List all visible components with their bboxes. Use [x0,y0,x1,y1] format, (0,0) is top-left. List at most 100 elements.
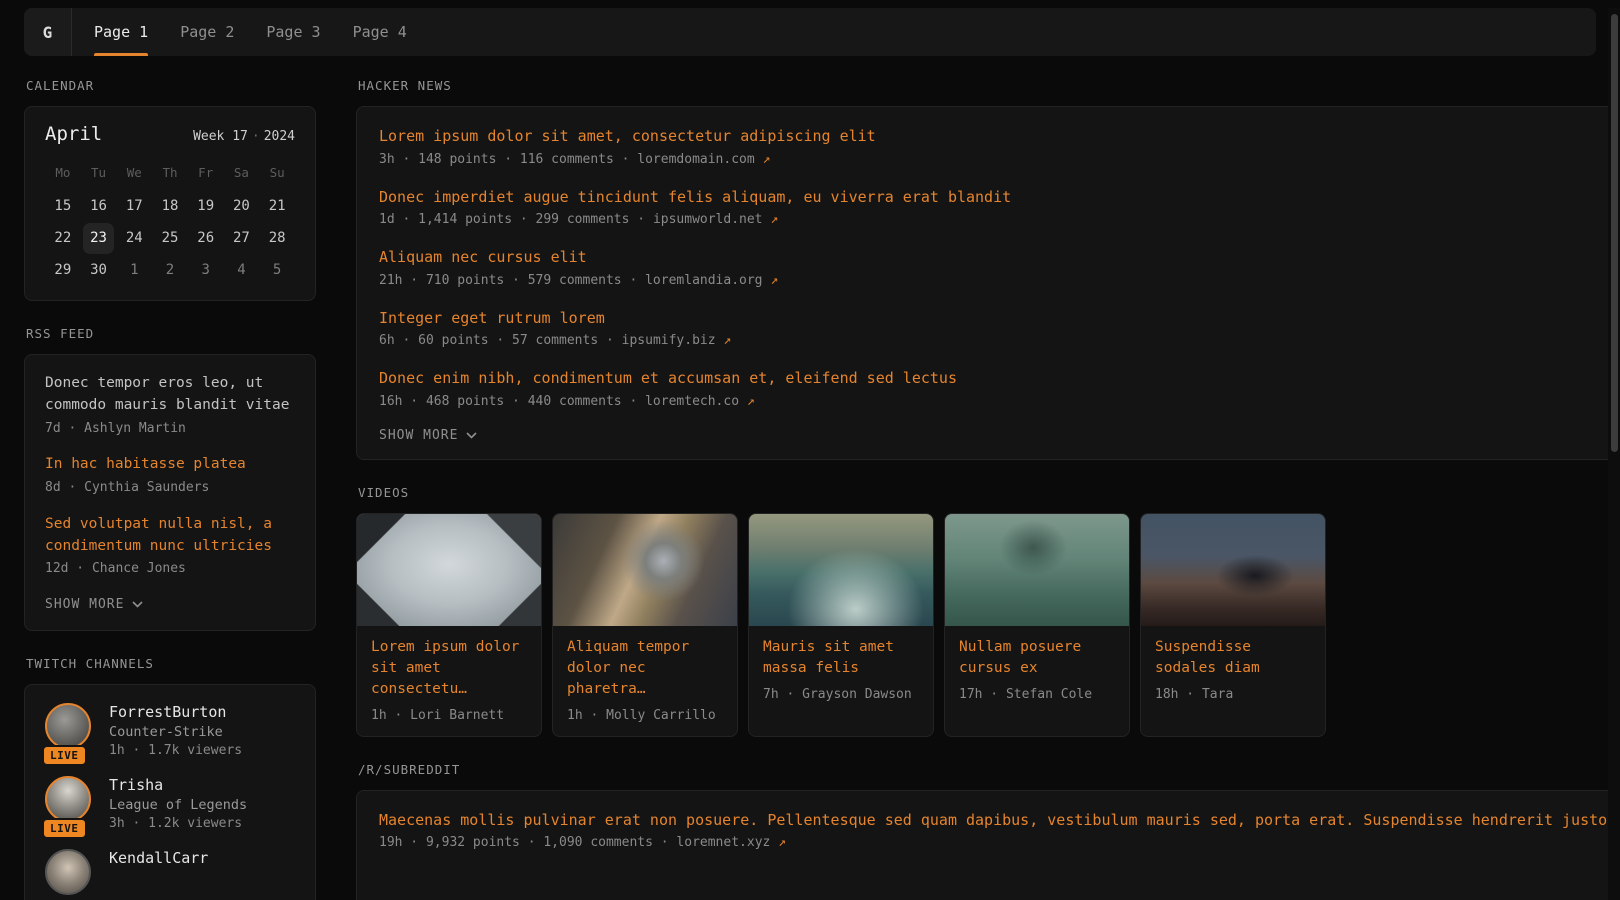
twitch-channel-name[interactable]: KendallCarr [109,849,208,867]
subreddit-post-title[interactable]: Maecenas mollis pulvinar erat non posuer… [379,809,1620,832]
tab-page-2[interactable]: Page 2 [180,8,234,56]
rss-item-title[interactable]: Sed volutpat nulla nisl, a condimentum n… [45,514,295,558]
videos-row: Lorem ipsum dolor sit amet consectetu… 1h… [356,513,1620,737]
source-domain-link[interactable]: ipsumworld.net ↗ [653,212,778,227]
rss-show-more-button[interactable]: SHOW MORE [45,597,295,612]
hackernews-item-meta: 21h · 710 points · 579 comments · loreml… [379,273,1620,288]
rss-item-title[interactable]: In hac habitasse platea [45,454,295,476]
twitch-avatar[interactable] [45,849,91,895]
source-domain-link[interactable]: ipsumify.biz ↗ [622,333,732,348]
hackernews-section: HACKER NEWS Lorem ipsum dolor sit amet, … [356,78,1620,460]
source-domain-link[interactable]: loremnet.xyz ↗ [676,835,786,850]
source-domain-link[interactable]: loremdomain.com ↗ [637,152,770,167]
hackernews-item-title[interactable]: Donec enim nibh, condimentum et accumsan… [379,367,1620,390]
twitch-channel-name[interactable]: Trisha [109,776,247,794]
twitch-channel-name[interactable]: ForrestBurton [109,703,242,721]
rss-show-more-label: SHOW MORE [45,597,124,612]
twitch-avatar-wrap [45,849,93,895]
video-card-body: Aliquam tempor dolor nec pharetra… 1h · M… [553,626,737,736]
videos-section: VIDEOS Lorem ipsum dolor sit amet consec… [356,485,1620,737]
calendar-separator-dot: · [248,129,264,144]
source-domain-link[interactable]: loremlandia.org ↗ [645,273,778,288]
external-link-icon: ↗ [770,273,778,288]
hackernews-show-more-button[interactable]: SHOW MORE [379,428,1620,443]
source-domain-link[interactable]: loremtech.co ↗ [645,394,755,409]
hackernews-item-meta: 1d · 1,414 points · 299 comments · ipsum… [379,212,1620,227]
hackernews-item-meta: 6h · 60 points · 57 comments · ipsumify.… [379,333,1620,348]
video-title[interactable]: Nullam posuere cursus ex [959,637,1115,679]
twitch-channel-category: League of Legends [109,797,247,813]
calendar-section: CALENDAR April Week 17·2024 MoTuWeThFrSa… [24,78,316,301]
calendar-day: 16 [83,191,115,222]
subreddit-card: Maecenas mollis pulvinar erat non posuer… [356,790,1620,900]
hackernews-item: Donec imperdiet augue tincidunt felis al… [379,186,1620,228]
video-title[interactable]: Lorem ipsum dolor sit amet consectetu… [371,637,527,700]
video-card[interactable]: Suspendisse sodales diam18h · Tara [1140,513,1326,737]
twitch-card: LIVE ForrestBurtonCounter-Strike1h · 1.7k… [24,684,316,900]
hackernews-item-meta: 16h · 468 points · 440 comments · loremt… [379,394,1620,409]
tab-page-3[interactable]: Page 3 [266,8,320,56]
video-thumbnail[interactable] [1141,514,1325,626]
post-meta-text: 1d · 1,414 points · 299 comments · [379,212,653,227]
twitch-avatar-wrap: LIVE [45,776,93,831]
post-meta-text: 3h · 148 points · 116 comments · [379,152,637,167]
calendar-day: 22 [47,223,79,254]
calendar-day: 15 [47,191,79,222]
external-link-icon: ↗ [723,333,731,348]
subreddit-section: /R/SUBREDDIT Maecenas mollis pulvinar er… [356,762,1620,900]
video-title[interactable]: Aliquam tempor dolor nec pharetra… [567,637,723,700]
hackernews-item-title[interactable]: Lorem ipsum dolor sit amet, consectetur … [379,125,1620,148]
video-title[interactable]: Suspendisse sodales diam [1155,637,1311,679]
calendar-dow-label: Th [152,159,188,190]
twitch-channel-row[interactable]: LIVETrishaLeague of Legends3h · 1.2k vie… [45,776,295,831]
left-column: CALENDAR April Week 17·2024 MoTuWeThFrSa… [24,78,316,900]
rss-card: Donec tempor eros leo, ut commodo mauris… [24,354,316,631]
page-scrollbar-thumb[interactable] [1611,14,1618,452]
hackernews-item: Aliquam nec cursus elit 21h · 710 points … [379,246,1620,288]
post-meta-text: 6h · 60 points · 57 comments · [379,333,622,348]
calendar-month-label: April [45,123,102,145]
calendar-day: 5 [261,255,293,286]
video-meta: 17h · Stefan Cole [959,687,1115,702]
twitch-channel-row[interactable]: KendallCarr [45,849,295,895]
hackernews-item-title[interactable]: Integer eget rutrum lorem [379,307,1620,330]
video-meta: 1h · Molly Carrillo [567,708,723,723]
calendar-header: April Week 17·2024 [45,123,295,145]
video-thumbnail[interactable] [749,514,933,626]
video-card[interactable]: Nullam posuere cursus ex 17h · Stefan Col… [944,513,1130,737]
chevron-down-icon [466,432,477,439]
video-meta: 1h · Lori Barnett [371,708,527,723]
video-title[interactable]: Mauris sit amet massa felis [763,637,919,679]
rss-item-meta: 7d · Ashlyn Martin [45,420,295,439]
tab-page-4[interactable]: Page 4 [353,8,407,56]
hackernews-item-title[interactable]: Donec imperdiet augue tincidunt felis al… [379,186,1620,209]
video-card[interactable]: Mauris sit amet massa felis7h · Grayson … [748,513,934,737]
calendar-week-label: Week 17·2024 [193,129,295,144]
tab-page-1[interactable]: Page 1 [94,8,148,56]
calendar-year: 2024 [264,129,295,144]
calendar-dow-label: Tu [81,159,117,190]
calendar-day: 4 [226,255,258,286]
video-thumbnail[interactable] [945,514,1129,626]
twitch-channel-info: ForrestBurtonCounter-Strike1h · 1.7k vie… [109,703,242,758]
video-thumbnail[interactable] [357,514,541,626]
calendar-dow-label: Mo [45,159,81,190]
twitch-avatar[interactable] [45,703,91,749]
video-thumbnail[interactable] [553,514,737,626]
video-card-body: Lorem ipsum dolor sit amet consectetu… 1h… [357,626,541,736]
twitch-section: TWITCH CHANNELS LIVEForrestBurtonCounter… [24,656,316,900]
calendar-dow-label: Su [259,159,295,190]
calendar-dow-label: We [116,159,152,190]
twitch-avatar[interactable] [45,776,91,822]
video-card-body: Mauris sit amet massa felis7h · Grayson … [749,626,933,715]
twitch-channel-row[interactable]: LIVEForrestBurtonCounter-Strike1h · 1.7k… [45,703,295,758]
app-logo[interactable]: G [24,8,72,56]
hackernews-item-title[interactable]: Aliquam nec cursus elit [379,246,1620,269]
calendar-day: 26 [190,223,222,254]
video-card[interactable]: Lorem ipsum dolor sit amet consectetu… 1h… [356,513,542,737]
rss-item-meta: 8d · Cynthia Saunders [45,479,295,498]
video-card[interactable]: Aliquam tempor dolor nec pharetra… 1h · M… [552,513,738,737]
chevron-down-icon [132,601,143,608]
calendar-grid: MoTuWeThFrSaSu15161718192021222324252627… [45,159,295,286]
rss-item-title[interactable]: Donec tempor eros leo, ut commodo mauris… [45,373,295,417]
